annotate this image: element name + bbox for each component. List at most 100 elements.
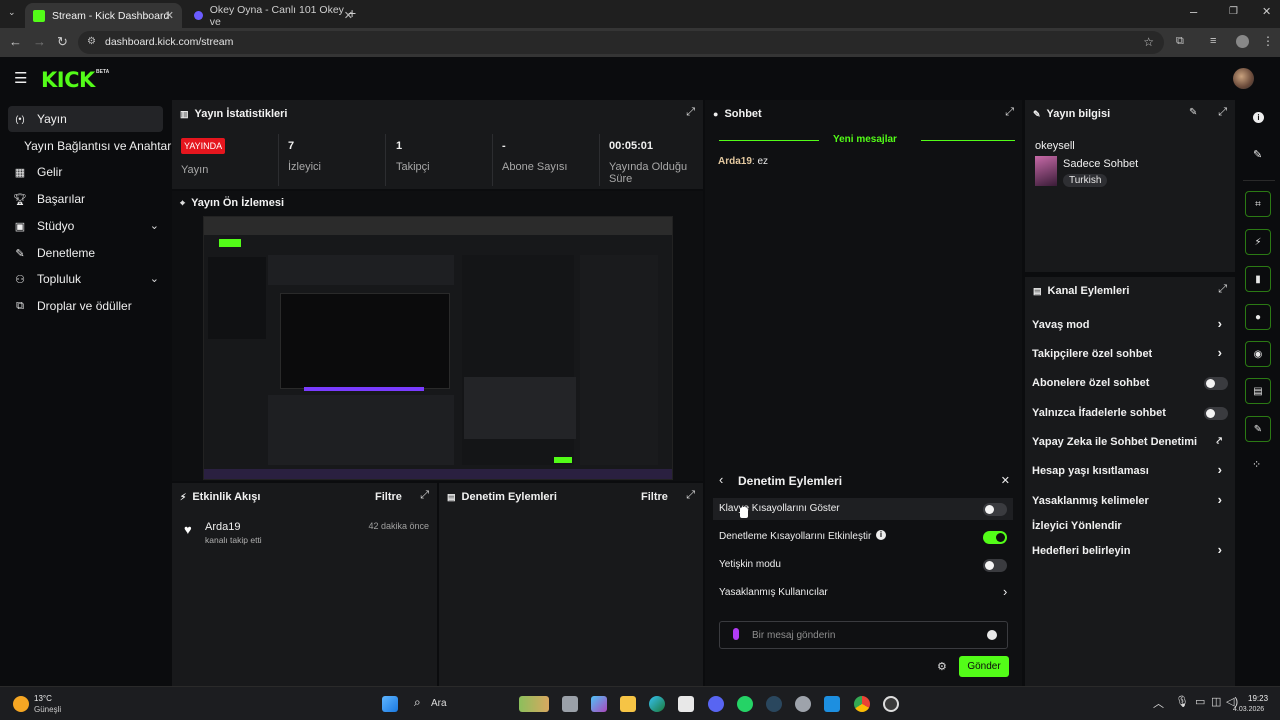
category-thumbnail[interactable] — [1035, 156, 1057, 186]
store-icon[interactable] — [678, 696, 694, 712]
mod-row-banned-users[interactable]: Yasaklanmış Kullanıcılar › — [713, 582, 1013, 604]
expand-icon[interactable]: ⤢ — [686, 489, 695, 502]
expand-icon[interactable]: ⤢ — [1218, 283, 1227, 296]
clock-date[interactable]: 4.03.2026 — [1233, 706, 1264, 713]
action-follower-only[interactable]: Takipçilere özel sohbet › — [1032, 345, 1228, 360]
new-tab-icon[interactable]: + — [348, 5, 356, 21]
info-icon[interactable]: i — [876, 530, 886, 540]
expand-icon[interactable]: ⤢ — [686, 106, 695, 119]
taskbar-search[interactable]: Ara — [431, 698, 447, 709]
chat-input[interactable]: Bir mesaj gönderin — [719, 621, 1008, 649]
expand-icon[interactable]: ⤢ — [1005, 106, 1014, 119]
clock-time[interactable]: 19:23 — [1248, 694, 1268, 703]
chrome-icon[interactable] — [854, 696, 870, 712]
wrench-tool-icon[interactable]: ✎ — [1245, 416, 1271, 442]
whatsapp-icon[interactable] — [737, 696, 753, 712]
settings-icon[interactable] — [795, 696, 811, 712]
user-avatar[interactable] — [1233, 68, 1254, 89]
bookmark-star-icon[interactable]: ☆ — [1143, 35, 1154, 49]
site-info-icon[interactable]: ⚙ — [87, 36, 96, 47]
mod-row-keyboard-shortcuts[interactable]: Klavye Kısayollarını Göster — [713, 498, 1013, 520]
fullscreen-tool-icon[interactable]: ⌗ — [1245, 191, 1271, 217]
expand-icon[interactable]: ⤢ — [420, 489, 429, 502]
document-tool-icon[interactable]: ▮ — [1245, 266, 1271, 292]
mod-row-mod-shortcuts[interactable]: Denetleme Kısayollarını Etkinleştir i — [713, 526, 1013, 548]
toggle-switch[interactable] — [1204, 377, 1228, 390]
action-emote-only[interactable]: Yalnızca İfadelerle sohbet — [1032, 407, 1228, 420]
stream-video[interactable] — [203, 216, 673, 480]
close-tab-icon[interactable]: ✕ — [165, 9, 174, 22]
back-arrow-icon[interactable]: ‹ — [719, 472, 723, 487]
expand-icon[interactable]: ⤢ — [1218, 106, 1227, 119]
obs-icon[interactable] — [883, 696, 899, 712]
weather-desc[interactable]: Güneşli — [34, 705, 61, 714]
toggle-switch[interactable] — [983, 503, 1007, 516]
toggle-switch[interactable] — [983, 531, 1007, 544]
chat-tool-icon[interactable]: ● — [1245, 304, 1271, 330]
forward-icon[interactable]: → — [33, 34, 46, 49]
sidebar-item-drops[interactable]: ⧉ Droplar ve ödüller — [8, 293, 163, 319]
kick-logo[interactable]: KICK — [41, 68, 95, 92]
sidebar-item-stream[interactable]: (•) Yayın — [8, 106, 163, 132]
task-view-icon[interactable] — [562, 696, 578, 712]
minimize-icon[interactable]: – — [1190, 4, 1197, 19]
info-icon[interactable]: i — [1253, 112, 1264, 123]
toggle-switch[interactable] — [1204, 407, 1228, 420]
category-name[interactable]: Sadece Sohbet — [1063, 158, 1138, 170]
action-banned-words[interactable]: Yasaklanmış kelimeler › — [1032, 492, 1228, 507]
send-button[interactable]: Gönder — [959, 656, 1009, 677]
discord-icon[interactable] — [708, 696, 724, 712]
sidebar-item-moderation[interactable]: ✎ Denetleme — [8, 240, 163, 266]
display-tray-icon[interactable]: ▭ — [1195, 695, 1205, 708]
sidebar-item-stream-key[interactable]: Yayın Bağlantısı ve Anahtarı — [24, 133, 175, 159]
hamburger-menu-icon[interactable]: ☰ — [14, 69, 27, 87]
sidebar-item-achievements[interactable]: 🏆︎ Başarılar — [8, 186, 163, 212]
tray-chevron-icon[interactable]: ︿ — [1153, 695, 1164, 711]
edit-icon[interactable]: ✎ — [1253, 148, 1262, 161]
sidebar-item-community[interactable]: ⚇ Topluluk ⌄ — [8, 266, 163, 292]
media-icon[interactable]: ≡ — [1210, 35, 1216, 47]
weather-temp[interactable]: 13°C — [34, 694, 52, 703]
action-sub-only[interactable]: Abonelere özel sohbet — [1032, 377, 1228, 390]
widgets-icon[interactable] — [519, 696, 549, 712]
edge-icon[interactable] — [649, 696, 665, 712]
tab-okey[interactable]: Okey Oyna - Canlı 101 Okey ve ✕ — [186, 3, 361, 28]
action-slow-mode[interactable]: Yavaş mod › — [1032, 316, 1228, 331]
file-explorer-icon[interactable] — [620, 696, 636, 712]
add-widget-icon[interactable]: ⁘ — [1252, 458, 1261, 471]
close-icon[interactable]: ✕ — [1001, 474, 1010, 487]
close-window-icon[interactable]: ✕ — [1262, 5, 1271, 18]
tab-search-icon[interactable]: ⌄ — [8, 7, 16, 18]
sidebar-item-studio[interactable]: ▣ Stüdyo ⌄ — [8, 213, 163, 239]
toggle-switch[interactable] — [983, 559, 1007, 572]
filter-button[interactable]: Filtre — [641, 491, 668, 503]
chat-username[interactable]: Arda19 — [718, 156, 752, 167]
profile-icon[interactable] — [1236, 35, 1249, 48]
address-bar[interactable]: ⚙ dashboard.kick.com/stream ☆ — [78, 31, 1164, 54]
maximize-icon[interactable]: ❐ — [1229, 6, 1238, 17]
action-ai-moderation[interactable]: Yapay Zeka ile Sohbet Denetimi ⤤ — [1032, 436, 1228, 448]
back-icon[interactable]: ← — [9, 34, 22, 49]
steam-icon[interactable] — [766, 696, 782, 712]
browser-menu-icon[interactable]: ⋮ — [1262, 34, 1274, 48]
extensions-icon[interactable]: ⧉ — [1176, 35, 1184, 48]
photos-icon[interactable] — [824, 696, 840, 712]
action-raid-viewers[interactable]: İzleyici Yönlendir — [1032, 520, 1228, 532]
network-tray-icon[interactable]: ◫ — [1211, 695, 1221, 708]
chat-settings-icon[interactable]: ⚙ — [937, 660, 947, 673]
action-account-age[interactable]: Hesap yaşı kısıtlaması › — [1032, 462, 1228, 477]
search-icon[interactable]: ⌕ — [414, 695, 421, 710]
weather-icon[interactable] — [13, 696, 29, 712]
sidebar-item-revenue[interactable]: ▦ Gelir — [8, 159, 163, 185]
mic-icon[interactable] — [733, 628, 739, 640]
broadcast-tool-icon[interactable]: ◉ — [1245, 341, 1271, 367]
lightning-tool-icon[interactable]: ⚡︎ — [1245, 229, 1271, 255]
mod-row-adult-mode[interactable]: Yetişkin modu — [713, 554, 1013, 576]
filter-button[interactable]: Filtre — [375, 491, 402, 503]
tab-kick-dashboard[interactable]: Stream - Kick Dashboard ✕ — [25, 3, 182, 28]
reload-icon[interactable]: ↻ — [57, 34, 68, 50]
mic-tray-icon[interactable]: 🎙︎ — [1175, 695, 1189, 708]
edit-pencil-icon[interactable]: ✎ — [1189, 107, 1197, 118]
copilot-icon[interactable] — [591, 696, 607, 712]
action-set-goals[interactable]: Hedefleri belirleyin › — [1032, 542, 1228, 557]
